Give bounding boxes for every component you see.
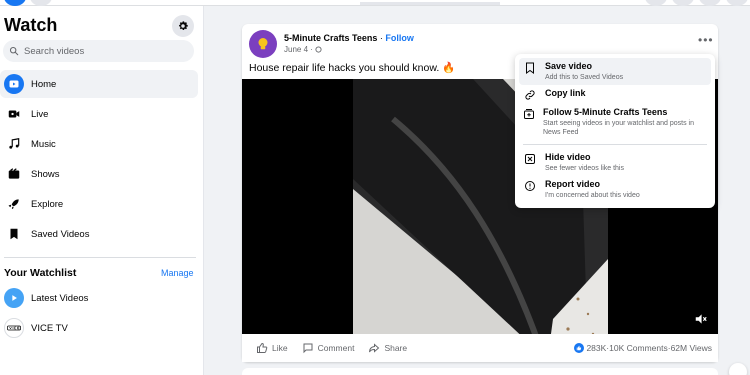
music-note-icon — [4, 134, 24, 154]
menu-item-follow-page[interactable]: Follow 5-Minute Crafts Teens Start seein… — [519, 104, 711, 140]
menu-item-label: Hide video — [545, 152, 591, 162]
post-stats: 283K · 10K Comments · 62M Views — [574, 343, 712, 353]
comment-count[interactable]: 10K Comments — [609, 343, 668, 353]
share-icon — [369, 343, 380, 353]
sidebar-item-home[interactable]: Home — [0, 70, 198, 98]
sidebar-item-live[interactable]: Live — [0, 100, 198, 128]
menu-item-description: Start seeing videos in your watchlist an… — [543, 120, 694, 136]
menu-item-label: Copy link — [545, 88, 586, 98]
menu-item-description: I'm concerned about this video — [545, 192, 640, 199]
post-date: June 4 · — [284, 45, 316, 54]
menu-item-label: Report video — [545, 179, 601, 189]
menu-item-save-video[interactable]: Save video Add this to Saved Videos — [519, 58, 711, 85]
sidebar-item-label: Music — [31, 138, 56, 150]
post-caption: House repair life hacks you should know.… — [249, 62, 456, 74]
page-name-link[interactable]: 5-Minute Crafts Teens — [284, 33, 377, 43]
post-header: 5-Minute Crafts Teens · Follow — [284, 33, 414, 43]
sidebar-divider — [4, 257, 196, 258]
notifications-button[interactable] — [699, 0, 721, 6]
menu-item-label: Follow 5-Minute Crafts Teens — [543, 107, 668, 117]
sidebar-item-saved-videos[interactable]: Saved Videos — [0, 220, 198, 248]
play-icon — [4, 288, 24, 308]
comment-icon — [303, 343, 313, 354]
globe-icon — [315, 46, 322, 53]
watchlist-heading: Your Watchlist — [4, 267, 77, 279]
like-button[interactable]: Like — [256, 342, 288, 354]
post-options-menu: Save video Add this to Saved Videos Copy… — [515, 54, 715, 208]
follow-icon — [523, 107, 535, 137]
menu-item-hide-video[interactable]: Hide video See fewer videos like this — [519, 149, 711, 176]
post-timestamp[interactable]: June 4 · — [284, 45, 322, 54]
sidebar-item-label: Latest Videos — [31, 292, 89, 304]
post-actions-bar: Like Comment Share 283K · 10K Comments ·… — [242, 334, 718, 362]
page-title: Watch — [4, 15, 58, 35]
sidebar-item-label: Live — [31, 108, 49, 120]
manage-watchlist-link[interactable]: Manage — [161, 268, 194, 278]
sidebar-item-shows[interactable]: Shows — [0, 160, 198, 188]
search-placeholder: Search videos — [24, 45, 85, 57]
share-button[interactable]: Share — [368, 342, 407, 354]
active-tab-indicator — [360, 2, 500, 5]
sidebar-item-label: Explore — [31, 198, 64, 210]
search-icon — [9, 46, 19, 56]
vice-logo-icon — [4, 318, 24, 338]
menu-button[interactable] — [645, 0, 667, 6]
menu-item-copy-link[interactable]: Copy link — [519, 85, 711, 104]
menu-divider — [523, 144, 707, 145]
new-message-button[interactable] — [729, 363, 747, 375]
link-icon — [523, 88, 537, 101]
watch-sidebar: Watch Search videos Home Live Music Show… — [0, 6, 204, 375]
sidebar-item-label: VICE TV — [31, 322, 68, 334]
settings-button[interactable] — [172, 15, 194, 37]
follow-button[interactable]: Follow — [385, 33, 414, 43]
like-reaction-icon — [574, 343, 585, 353]
sidebar-item-label: Home — [31, 78, 57, 90]
messenger-button[interactable] — [672, 0, 694, 6]
menu-item-description: See fewer videos like this — [545, 165, 624, 172]
mute-button[interactable] — [694, 312, 708, 331]
rocket-icon — [4, 194, 24, 214]
hide-icon — [523, 152, 537, 173]
sidebar-item-explore[interactable]: Explore — [0, 190, 198, 218]
bookmark-icon — [523, 61, 537, 82]
search-input[interactable]: Search videos — [3, 40, 194, 62]
share-label: Share — [384, 343, 408, 353]
sidebar-item-music[interactable]: Music — [0, 130, 198, 158]
comment-button[interactable]: Comment — [302, 342, 355, 354]
bookmark-icon — [4, 224, 24, 244]
menu-item-description: Add this to Saved Videos — [545, 74, 624, 81]
report-icon — [523, 179, 537, 200]
like-label: Like — [272, 343, 288, 353]
page-avatar[interactable] — [249, 30, 277, 58]
account-button[interactable] — [726, 0, 748, 6]
thumbs-up-icon — [257, 342, 268, 353]
shows-icon — [4, 164, 24, 184]
reaction-count[interactable]: 283K — [586, 343, 606, 353]
gear-icon — [179, 21, 188, 30]
watchlist-item-latest-videos[interactable]: Latest Videos — [0, 284, 198, 312]
home-video-icon — [4, 74, 24, 94]
comment-label: Comment — [317, 343, 355, 353]
next-post-card — [242, 368, 718, 375]
view-count: 62M Views — [670, 343, 712, 353]
menu-item-report-video[interactable]: Report video I'm concerned about this vi… — [519, 176, 711, 203]
sidebar-item-label: Shows — [31, 168, 60, 180]
more-options-button[interactable]: ••• — [698, 33, 714, 47]
live-icon — [4, 104, 24, 124]
speaker-muted-icon — [695, 314, 707, 324]
watchlist-item-vice-tv[interactable]: VICE TV — [0, 314, 198, 342]
menu-item-label: Save video — [545, 61, 593, 71]
sidebar-item-label: Saved Videos — [31, 228, 90, 240]
lightbulb-icon — [258, 38, 268, 50]
